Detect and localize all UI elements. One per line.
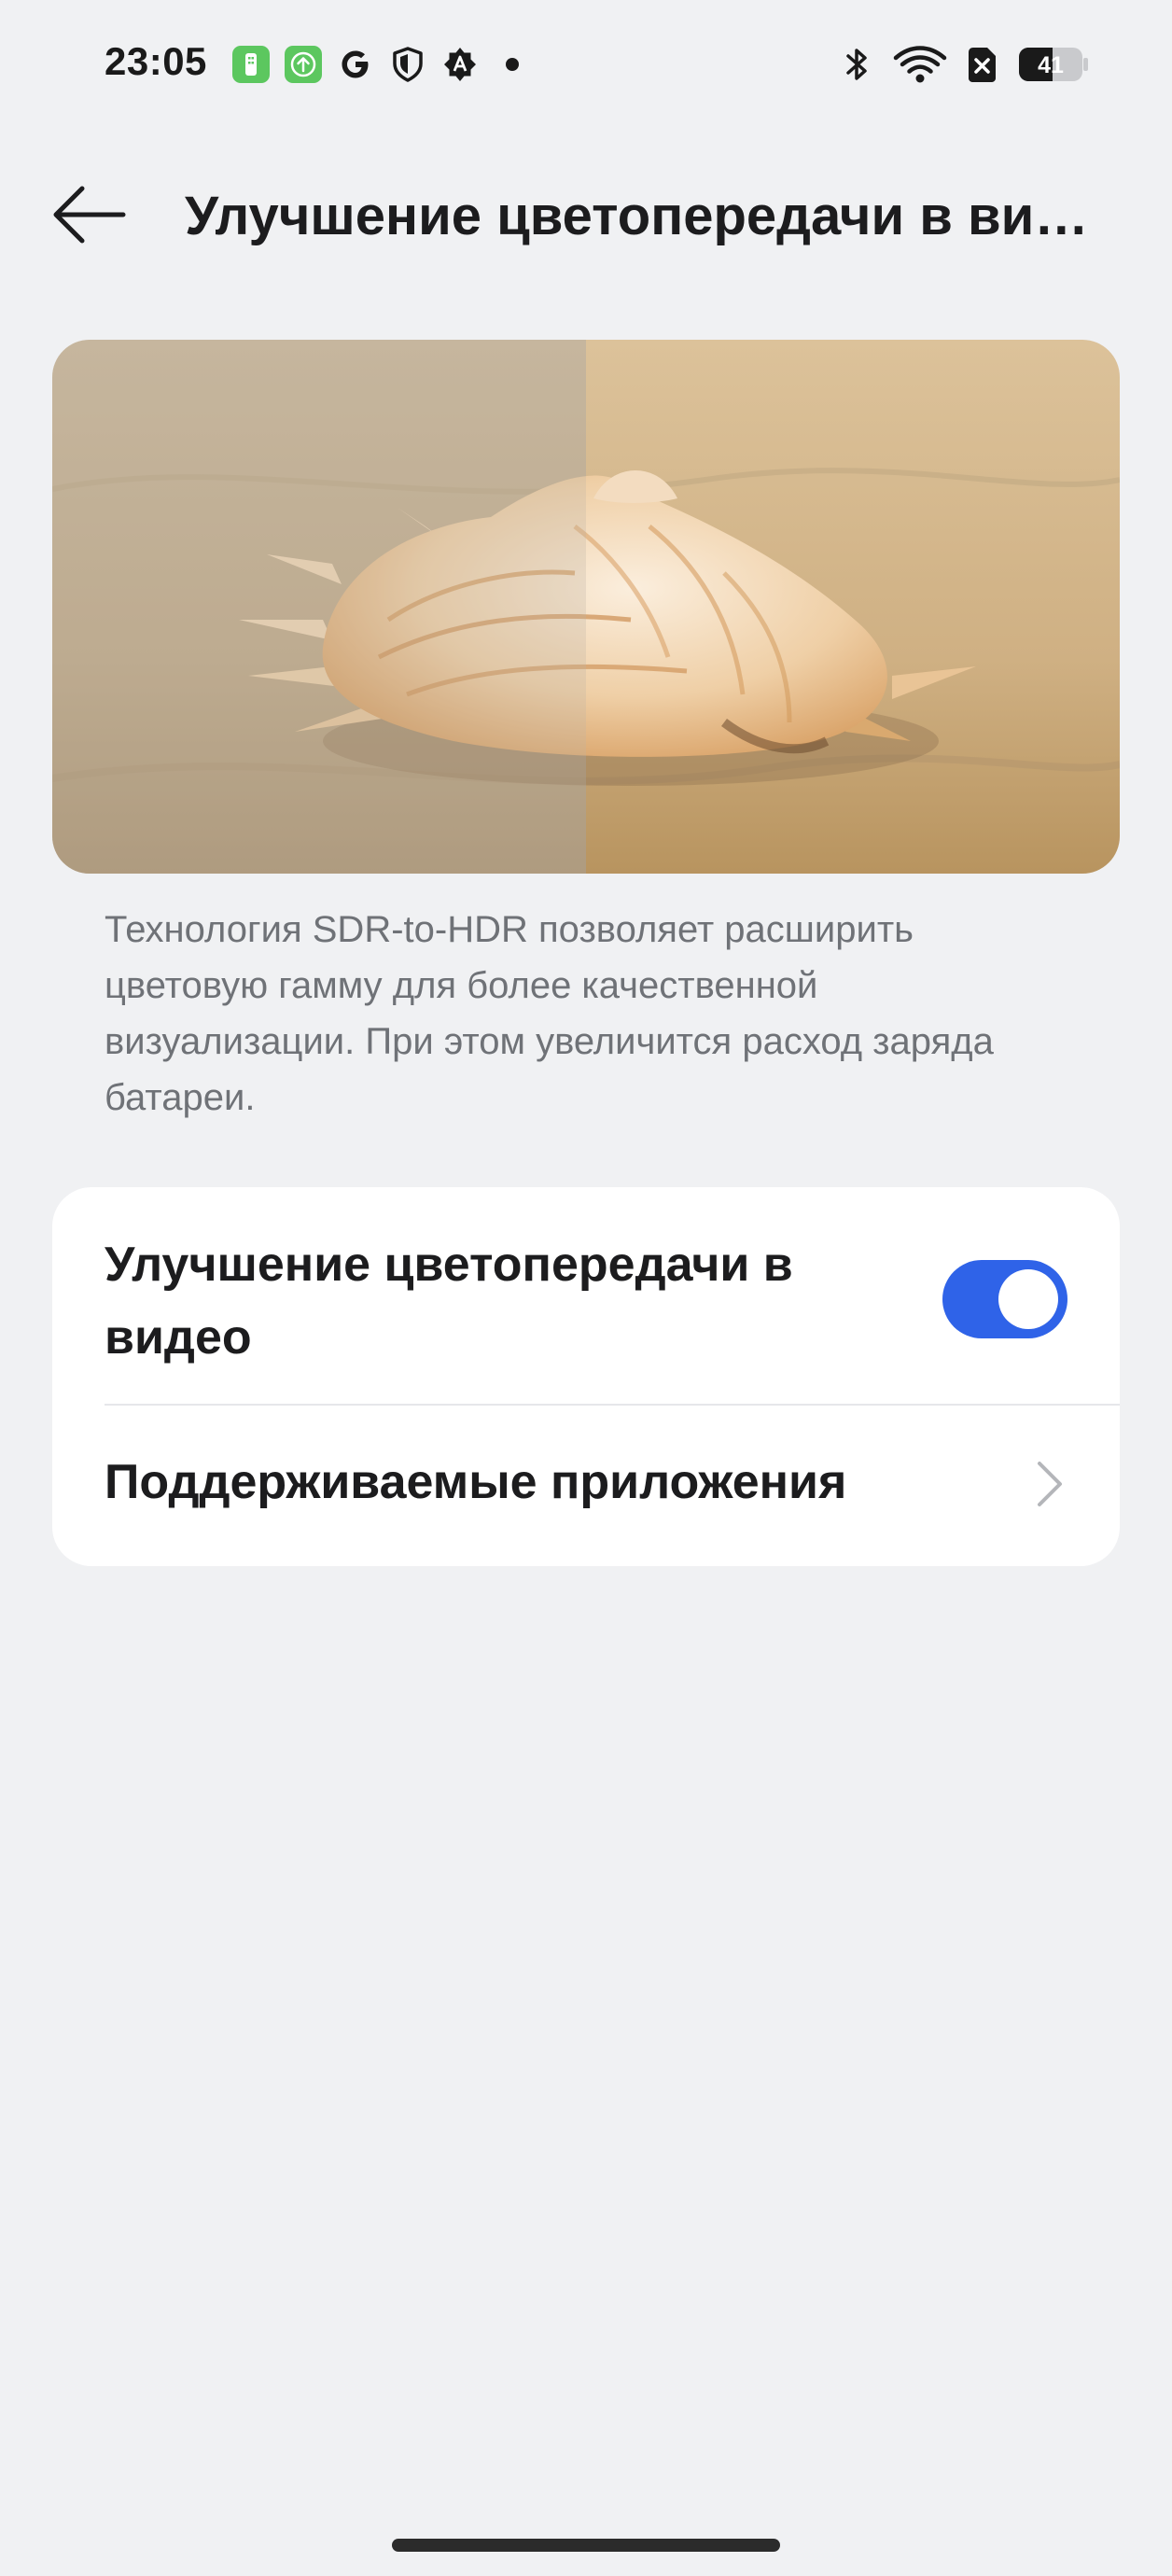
arrow-left-icon: [53, 186, 126, 244]
cleaner-app-icon: [231, 45, 271, 84]
google-icon: [336, 45, 375, 84]
settings-card: Улучшение цветопередачи в видео Поддержи…: [52, 1187, 1120, 1566]
bluetooth-icon: [838, 45, 875, 84]
no-sim-icon: [963, 45, 1000, 84]
chevron-right-icon: [1030, 1458, 1067, 1510]
battery-icon: 41: [1017, 45, 1090, 84]
wifi-icon: [892, 45, 948, 84]
toggle-knob: [998, 1269, 1058, 1329]
video-enhancement-label: Улучшение цветопередачи в видео: [105, 1238, 793, 1365]
status-bar: 23:05 41: [0, 0, 1172, 131]
autofill-icon: [440, 45, 480, 84]
battery-level-text: 41: [1038, 52, 1064, 78]
seashell-illustration: [52, 340, 1120, 874]
video-enhancement-row[interactable]: Улучшение цветопередачи в видео: [52, 1187, 1120, 1404]
supported-apps-label: Поддерживаемые приложения: [105, 1455, 847, 1509]
home-indicator[interactable]: [392, 2539, 780, 2552]
feature-description: Технология SDR-to-HDR позволяет расширит…: [105, 909, 994, 1118]
shield-icon: [388, 45, 427, 84]
hero-image: [52, 340, 1120, 874]
back-button[interactable]: [49, 179, 129, 250]
status-time: 23:05: [105, 39, 207, 83]
app-header: Улучшение цветопередачи в видео: [0, 159, 1172, 271]
video-enhancement-toggle[interactable]: [942, 1260, 1067, 1338]
page-title: Улучшение цветопередачи в видео: [185, 186, 1118, 246]
dot-icon: [500, 45, 524, 84]
supported-apps-row[interactable]: Поддерживаемые приложения: [52, 1406, 1120, 1566]
upload-app-icon: [284, 45, 323, 84]
